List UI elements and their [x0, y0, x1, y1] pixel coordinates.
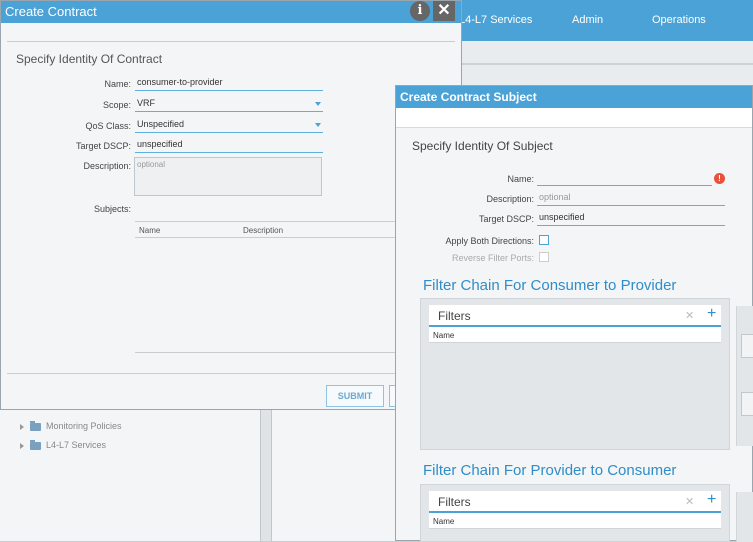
qos-class-select[interactable]: Unspecified [135, 119, 323, 133]
folder-icon [30, 439, 41, 450]
apply-both-directions-checkbox[interactable] [539, 235, 549, 245]
column-name: Name [429, 513, 721, 529]
column-name: Name [429, 327, 721, 343]
subjects-table: Name Description [135, 221, 397, 353]
name-label: Name: [104, 79, 131, 89]
dialog-title: Create Contract Subject [396, 86, 752, 108]
nav-admin[interactable]: Admin [572, 14, 603, 26]
reverse-filter-label: Reverse Filter Ports: [451, 253, 534, 263]
navigation-tree: Monitoring Policies L4-L7 Services [0, 410, 396, 541]
splitter[interactable] [260, 410, 272, 541]
nav-l4l7-services[interactable]: L4-L7 Services [459, 14, 532, 26]
apply-both-label: Apply Both Directions: [445, 236, 534, 246]
chain-title-consumer-to-provider: Filter Chain For Consumer to Provider [423, 277, 677, 294]
subject-name-field[interactable] [537, 172, 712, 186]
remove-icon[interactable]: ✕ [685, 309, 694, 322]
scope-select[interactable]: VRF [135, 98, 323, 112]
column-description: Description [243, 226, 284, 235]
top-navigation: L4-L7 Services Admin Operations [455, 0, 753, 41]
filter-chain-panel: Filters ✕ + Name [420, 298, 730, 450]
side-panel [736, 306, 753, 446]
description-label: Description: [486, 194, 534, 204]
add-icon[interactable]: + [707, 305, 716, 323]
dropdown-caret-icon [315, 102, 321, 106]
create-contract-dialog: Create Contract Specify Identity Of Cont… [0, 0, 462, 410]
qos-label: QoS Class: [85, 121, 131, 131]
filter-chain-panel: Filters ✕ + Name [420, 484, 730, 542]
info-icon[interactable]: i [410, 1, 430, 21]
dialog-title: Create Contract [1, 1, 461, 23]
chain-title-provider-to-consumer: Filter Chain For Provider to Consumer [423, 462, 677, 479]
remove-icon[interactable]: ✕ [685, 495, 694, 508]
contract-name-field[interactable]: consumer-to-provider [135, 77, 323, 91]
section-title: Specify Identity Of Contract [16, 52, 163, 66]
reverse-filter-ports-checkbox[interactable] [539, 252, 549, 262]
dropdown-caret-icon [315, 123, 321, 127]
description-label: Description: [83, 161, 131, 171]
subject-dscp-field[interactable]: unspecified [537, 212, 725, 226]
add-icon[interactable]: + [707, 491, 716, 509]
description-textarea[interactable]: optional [134, 157, 322, 196]
expand-arrow-icon[interactable] [20, 423, 24, 430]
filters-title: Filters [438, 495, 471, 509]
error-icon: ! [714, 173, 725, 184]
folder-icon [30, 420, 41, 431]
expand-arrow-icon[interactable] [20, 442, 24, 449]
tree-item-l4l7-services[interactable]: L4-L7 Services [20, 439, 106, 450]
filters-toolbar: Filters ✕ + [429, 491, 721, 513]
scope-label: Scope: [102, 100, 131, 110]
tree-item-monitoring-policies[interactable]: Monitoring Policies [20, 420, 122, 431]
filters-title: Filters [438, 309, 471, 323]
name-label: Name: [507, 174, 534, 184]
table-header: Name Description [135, 222, 397, 238]
create-contract-subject-dialog: Create Contract Subject Specify Identity… [395, 85, 753, 542]
target-dscp-field[interactable]: unspecified [135, 139, 323, 153]
column-name: Name [139, 226, 161, 235]
filters-toolbar: Filters ✕ + [429, 305, 721, 327]
subjects-label: Subjects: [93, 204, 131, 214]
dscp-label: Target DSCP: [478, 214, 534, 224]
submit-button[interactable]: SUBMIT [326, 385, 384, 407]
close-icon[interactable]: ✕ [433, 1, 455, 21]
nav-operations[interactable]: Operations [652, 14, 706, 26]
subject-description-field[interactable]: optional [537, 192, 725, 206]
side-panel [736, 492, 753, 542]
dscp-label: Target DSCP: [75, 141, 131, 151]
section-title: Specify Identity Of Subject [412, 139, 553, 153]
